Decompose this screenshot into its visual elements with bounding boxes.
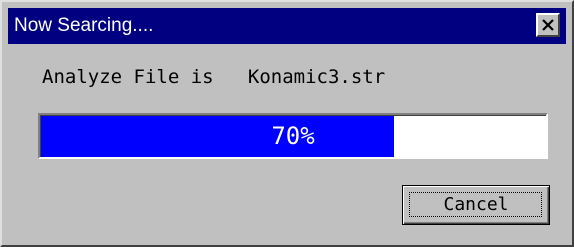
analyze-message: Analyze File is Konamic3.str	[42, 66, 385, 88]
progress-bar: 70%	[38, 113, 548, 159]
window-title: Now Searcing....	[14, 15, 154, 36]
close-icon	[542, 19, 554, 31]
close-button[interactable]	[536, 13, 560, 37]
title-bar[interactable]: Now Searcing....	[8, 8, 566, 44]
analyze-label: Analyze File is	[42, 66, 214, 88]
progress-percent: 70%	[271, 122, 315, 150]
analyze-filename: Konamic3.str	[247, 66, 386, 88]
search-dialog: Now Searcing.... Analyze File is Konamic…	[0, 0, 574, 247]
cancel-button-label: Cancel	[443, 194, 509, 215]
cancel-button[interactable]: Cancel	[402, 185, 550, 225]
